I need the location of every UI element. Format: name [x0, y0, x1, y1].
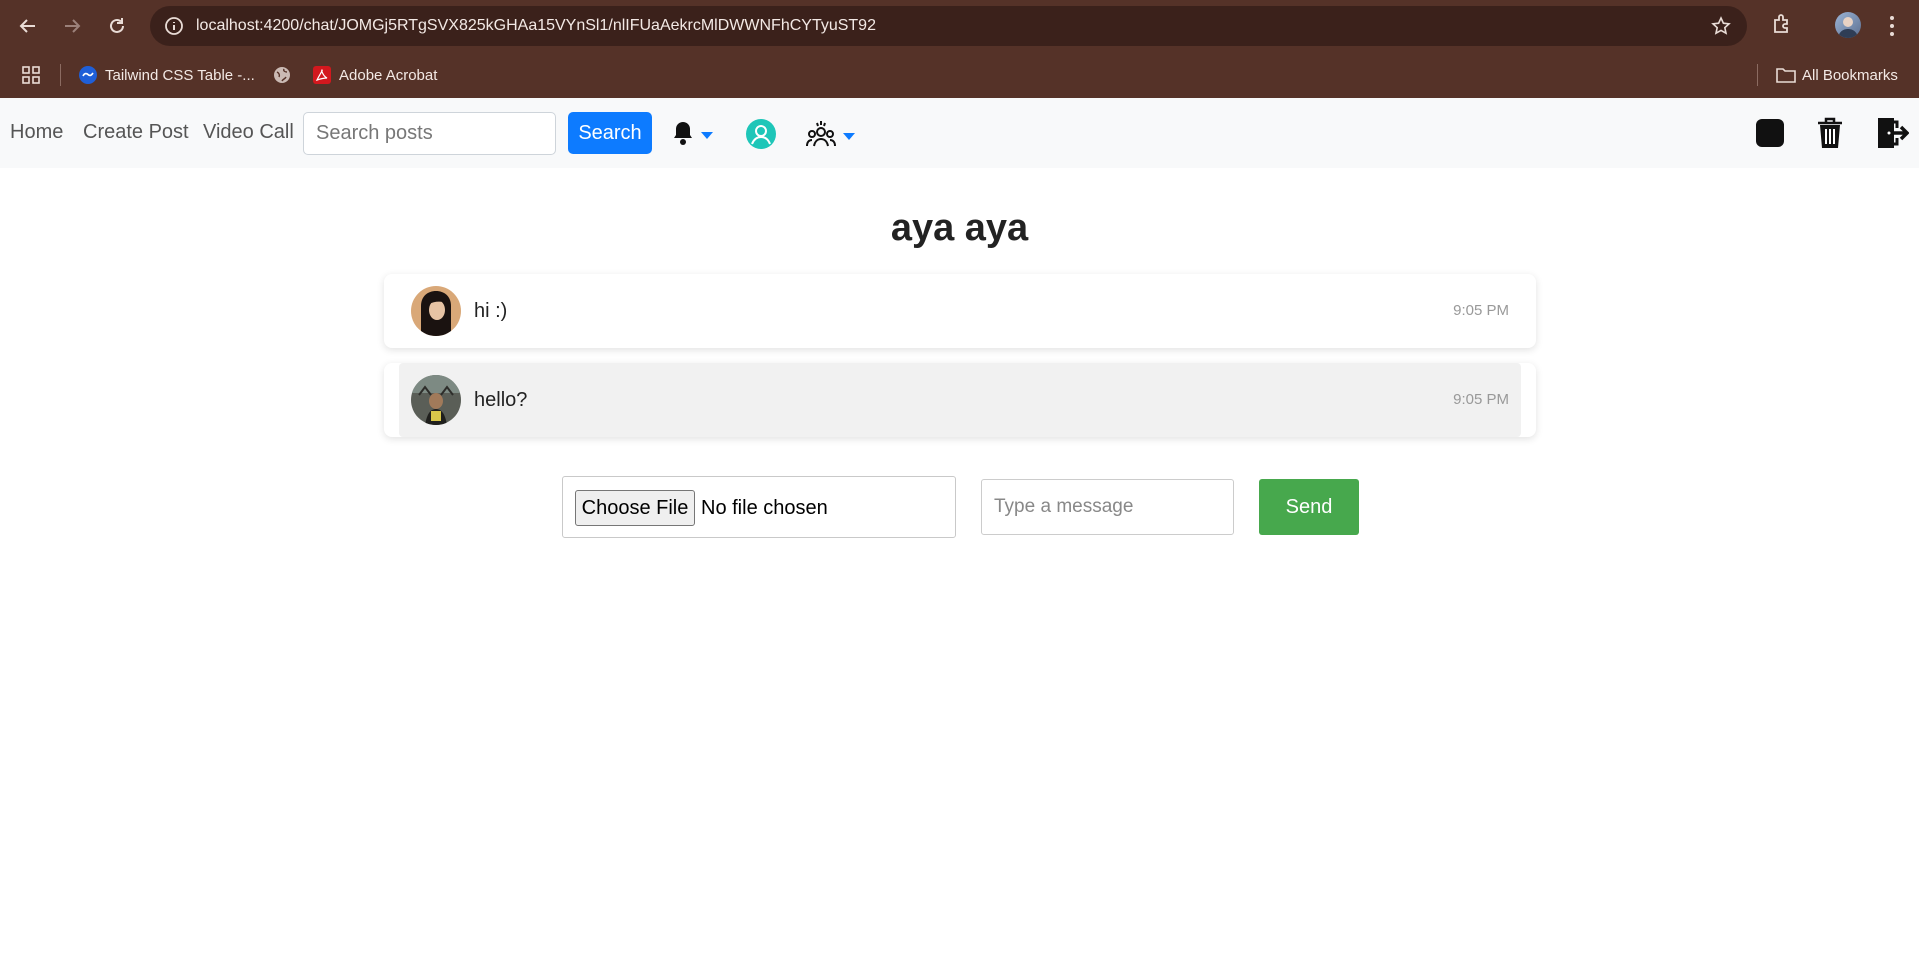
choose-file-button[interactable]: Choose File [575, 490, 695, 526]
message-text: hello? [474, 389, 528, 411]
app-navbar: Home Create Post Video Call Search [0, 98, 1919, 168]
message-input[interactable] [981, 479, 1234, 535]
logout-button[interactable] [1875, 116, 1910, 155]
browser-chrome: localhost:4200/chat/JOMGj5RTgSVX825kGHAa… [0, 0, 1919, 98]
trash-icon [1816, 116, 1844, 155]
toolbar-row: localhost:4200/chat/JOMGj5RTgSVX825kGHAa… [0, 0, 1919, 52]
delete-button[interactable] [1816, 116, 1844, 155]
group-icon [805, 118, 837, 155]
message-text: hi :) [474, 300, 508, 322]
chat-message: hello? 9:05 PM [384, 363, 1536, 437]
address-bar[interactable]: localhost:4200/chat/JOMGj5RTgSVX825kGHAa… [150, 6, 1747, 46]
send-button[interactable]: Send [1259, 479, 1359, 535]
file-input[interactable]: Choose File No file chosen [562, 476, 956, 538]
chevron-down-icon [701, 132, 713, 139]
file-status: No file chosen [701, 497, 828, 519]
chat-title: aya aya [890, 207, 1029, 249]
bookmarks-divider [60, 64, 61, 86]
theme-toggle[interactable] [1755, 116, 1785, 155]
folder-icon [1776, 66, 1796, 84]
profile-avatar[interactable] [1835, 12, 1861, 38]
bookmarks-bar: Tailwind CSS Table -... Adobe Acrobat Al… [0, 52, 1919, 98]
all-bookmarks-label: All Bookmarks [1802, 66, 1898, 84]
bell-icon [671, 120, 695, 151]
bookmark-star-icon[interactable] [1711, 16, 1731, 36]
forward-icon[interactable] [58, 12, 86, 40]
site-info-icon[interactable] [164, 16, 184, 36]
extensions-icon[interactable] [1770, 12, 1794, 36]
avatar [411, 375, 461, 425]
search-input[interactable] [303, 112, 556, 155]
bookmark-acrobat[interactable]: Adobe Acrobat [313, 60, 437, 90]
url-text: localhost:4200/chat/JOMGj5RTgSVX825kGHAa… [196, 17, 876, 34]
acrobat-icon [313, 66, 331, 84]
chat-message: hi :) 9:05 PM [384, 274, 1536, 348]
message-bubble [399, 363, 1521, 437]
nav-link-home[interactable]: Home [10, 118, 63, 146]
bookmark-label: Adobe Acrobat [339, 66, 438, 84]
avatar [411, 286, 461, 336]
moon-icon [1755, 116, 1785, 155]
user-avatar-icon [745, 118, 777, 155]
apps-grid-icon[interactable] [20, 64, 42, 86]
bookmark-tailwind[interactable]: Tailwind CSS Table -... [79, 60, 255, 90]
logout-icon [1875, 116, 1910, 155]
message-time: 9:05 PM [1453, 391, 1509, 408]
tailwind-favicon [79, 66, 97, 84]
globe-icon [273, 66, 291, 84]
browser-menu-icon[interactable] [1882, 12, 1902, 40]
back-icon[interactable] [14, 12, 42, 40]
search-button[interactable]: Search [568, 112, 652, 154]
reload-icon[interactable] [103, 12, 131, 40]
nav-link-video-call[interactable]: Video Call [203, 118, 294, 146]
bookmark-globe[interactable] [273, 60, 299, 90]
groups-dropdown[interactable] [805, 118, 855, 155]
all-bookmarks[interactable]: All Bookmarks [1776, 60, 1898, 90]
message-time: 9:05 PM [1453, 302, 1509, 319]
chevron-down-icon [843, 133, 855, 140]
bookmarks-divider [1757, 64, 1758, 86]
bookmark-label: Tailwind CSS Table -... [105, 66, 255, 84]
profile-link[interactable] [745, 118, 777, 155]
notifications-dropdown[interactable] [671, 120, 713, 151]
nav-link-create-post[interactable]: Create Post [83, 118, 189, 146]
message-bubble [399, 274, 1521, 348]
